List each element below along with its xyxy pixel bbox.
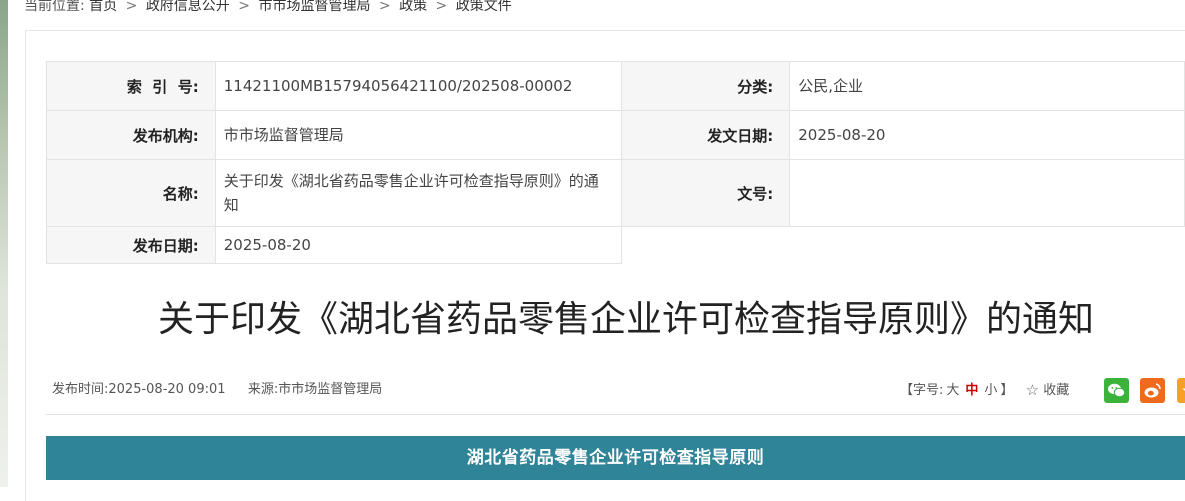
font-size-prefix: 【字号: xyxy=(900,383,944,398)
weibo-icon xyxy=(1144,383,1161,398)
doc-date-label: 发文日期: xyxy=(621,110,791,160)
empty-cell xyxy=(622,227,790,264)
breadcrumb-separator: > xyxy=(125,0,138,14)
left-decoration xyxy=(0,0,8,487)
article-info: 发布时间:2025-08-20 09:01 来源:市市场监督管理局 xyxy=(52,380,382,400)
font-size-medium[interactable]: 中 xyxy=(965,383,978,398)
name-label: 名称: xyxy=(46,159,216,227)
meta-row: 发布机构: 市市场监督管理局 发文日期: 2025-08-20 xyxy=(46,110,1185,160)
index-value: 11421100MB15794056421100/202508-00002 xyxy=(214,61,623,111)
document-meta-table: 索 引 号: 11421100MB15794056421100/202508-0… xyxy=(46,61,1185,264)
breadcrumb-prefix: 当前位置: xyxy=(24,0,85,14)
wechat-icon xyxy=(1108,383,1126,398)
breadcrumb-separator: > xyxy=(238,0,250,14)
article-source: 来源:市市场监督管理局 xyxy=(247,382,383,397)
meta-row: 索 引 号: 11421100MB15794056421100/202508-0… xyxy=(46,61,1185,111)
breadcrumb-home[interactable]: 首页 xyxy=(89,0,117,14)
article-title: 关于印发《湖北省药品零售企业许可检查指导原则》的通知 xyxy=(157,299,1094,340)
favorite-button[interactable]: ☆ 收藏 xyxy=(1025,381,1070,399)
issuer-label: 发布机构: xyxy=(46,110,216,160)
name-value: 关于印发《湖北省药品零售企业许可检查指导原则》的通知 xyxy=(214,159,623,227)
wechat-share-button[interactable] xyxy=(1104,378,1129,403)
breadcrumb-separator: > xyxy=(435,0,448,14)
doc-no-value xyxy=(789,159,1185,227)
pub-date-value: 2025-08-20 xyxy=(214,226,623,264)
index-label: 索 引 号: xyxy=(46,61,216,111)
breadcrumb-separator: > xyxy=(378,0,391,14)
breadcrumb-gov-info[interactable]: 政府信息公开 xyxy=(146,0,230,14)
publish-time: 发布时间:2025-08-20 09:01 xyxy=(52,382,226,397)
pub-date-label: 发布日期: xyxy=(46,226,216,264)
category-label: 分类: xyxy=(621,61,791,111)
issuer-value: 市市场监督管理局 xyxy=(214,110,623,160)
doc-no-label: 文号: xyxy=(621,159,791,227)
divider xyxy=(46,414,1185,415)
qzone-share-button[interactable] xyxy=(1177,378,1185,403)
content-banner: 湖北省药品零售企业许可检查指导原则 xyxy=(46,436,1185,480)
meta-row: 发布日期: 2025-08-20 xyxy=(46,226,1185,264)
empty-cell xyxy=(790,227,1185,264)
breadcrumb-bureau[interactable]: 市市场监督管理局 xyxy=(258,0,370,14)
doc-date-value: 2025-08-20 xyxy=(789,110,1185,160)
breadcrumb-policy-docs[interactable]: 政策文件 xyxy=(456,0,512,14)
article-tools: 【字号: 大中小】 ☆ 收藏 xyxy=(900,380,1069,401)
category-value: 公民,企业 xyxy=(789,61,1185,111)
font-size-suffix: 】 xyxy=(1000,383,1014,398)
breadcrumb-policy[interactable]: 政策 xyxy=(399,0,427,14)
meta-row: 名称: 关于印发《湖北省药品零售企业许可检查指导原则》的通知 文号: xyxy=(46,159,1185,227)
font-size-small[interactable]: 小 xyxy=(984,383,997,398)
favorite-label: 收藏 xyxy=(1043,383,1070,398)
weibo-share-button[interactable] xyxy=(1140,378,1165,403)
font-size-large[interactable]: 大 xyxy=(946,383,959,398)
breadcrumb: 当前位置: 首页 > 政府信息公开 > 市市场监督管理局 > 政策 > 政策文件 xyxy=(24,0,512,16)
star-icon: ☆ xyxy=(1025,381,1040,399)
qzone-icon xyxy=(1182,388,1185,398)
